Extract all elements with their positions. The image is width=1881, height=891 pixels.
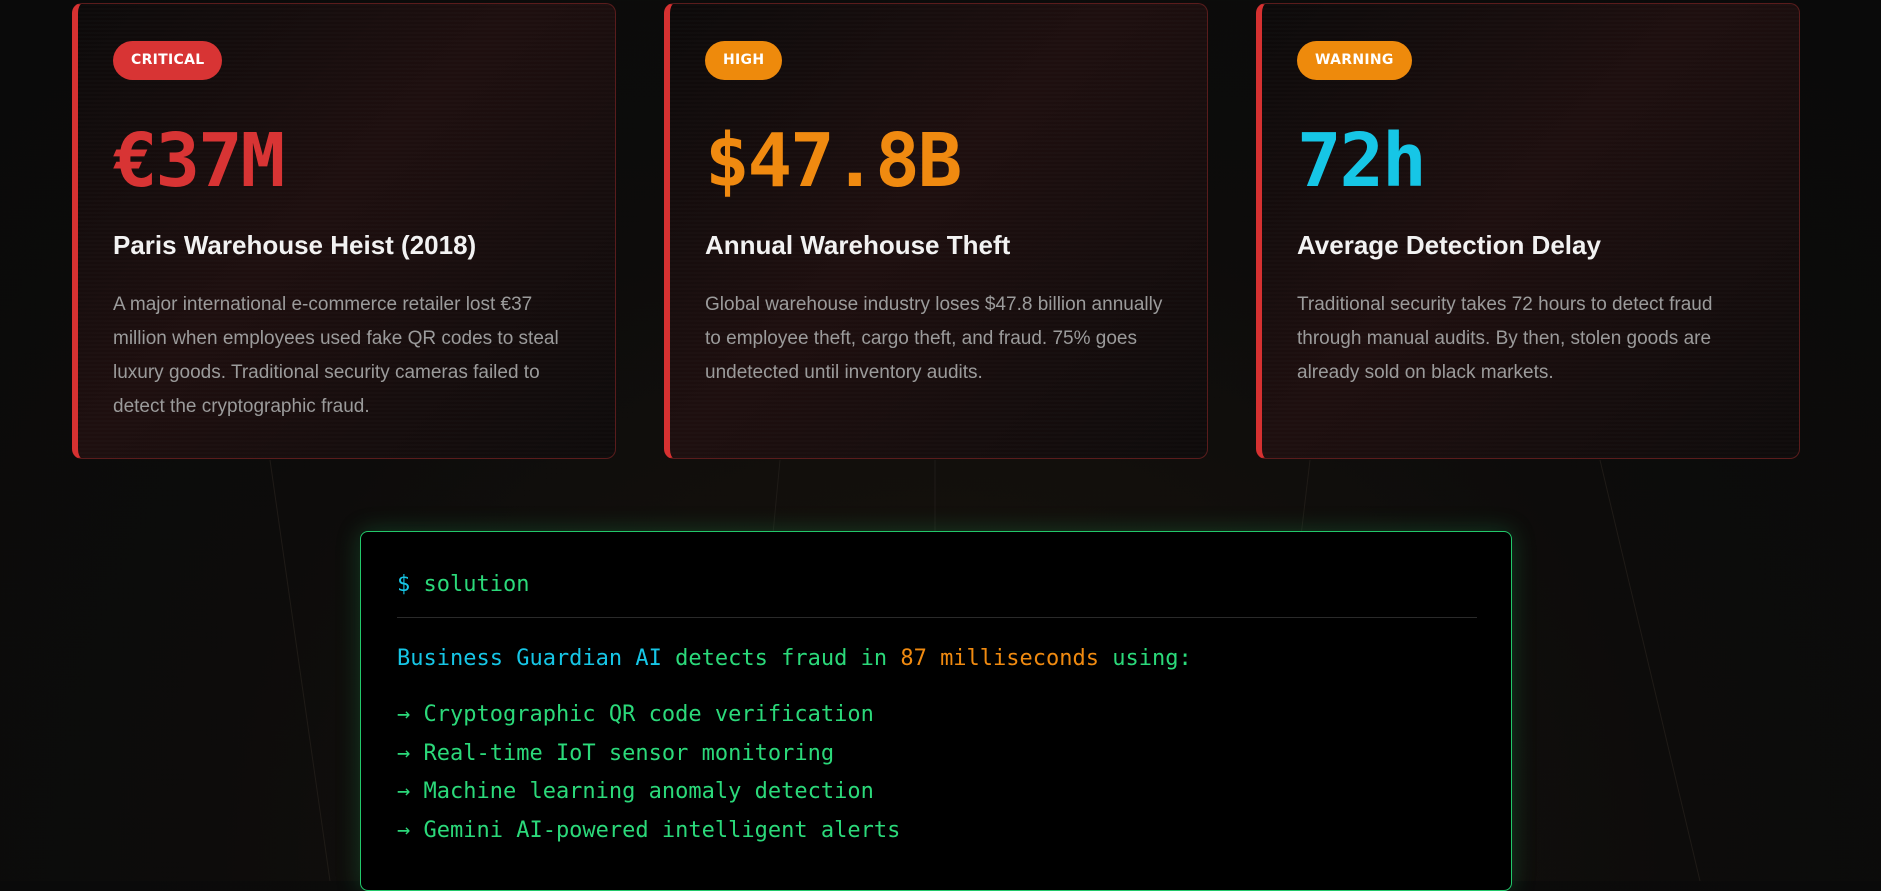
prompt-symbol: $: [397, 572, 411, 597]
severity-badge-critical: CRITICAL: [113, 41, 223, 80]
severity-badge-high: HIGH: [705, 41, 783, 80]
terminal-divider: [397, 617, 1477, 618]
detection-speed: 87 milliseconds: [900, 646, 1100, 671]
feature-item: → Gemini AI-powered intelligent alerts: [397, 817, 901, 843]
feature-item: → Machine learning anomaly detection: [397, 779, 874, 804]
terminal-command: solution: [423, 572, 530, 597]
brand-name: Business Guardian AI: [397, 646, 662, 671]
stat-description: Global warehouse industry loses $47.8 bi…: [705, 294, 1163, 383]
severity-badge-warning: WARNING: [1297, 41, 1412, 80]
feature-list: → Cryptographic QR code verification → R…: [397, 696, 900, 850]
stat-title: Annual Warehouse Theft: [705, 230, 1011, 260]
solution-terminal: $ solution Business Guardian AI detects …: [360, 531, 1512, 891]
stat-description: Traditional security takes 72 hours to d…: [1297, 294, 1713, 383]
stat-value: $47.8B: [705, 118, 962, 204]
stat-card-critical: CRITICAL €37M Paris Warehouse Heist (201…: [72, 3, 616, 459]
intro-end: using:: [1112, 646, 1192, 671]
stat-description: A major international e-commerce retaile…: [113, 294, 559, 417]
stat-title: Average Detection Delay: [1297, 230, 1601, 260]
feature-item: → Cryptographic QR code verification: [397, 702, 874, 727]
stat-value: 72h: [1297, 118, 1427, 204]
stat-card-high: HIGH $47.8B Annual Warehouse Theft Globa…: [664, 3, 1208, 459]
stat-title: Paris Warehouse Heist (2018): [113, 230, 477, 260]
feature-item: → Real-time IoT sensor monitoring: [397, 740, 835, 766]
terminal-prompt: $ solution: [397, 572, 529, 597]
stat-value: €37M: [113, 118, 285, 204]
intro-text: detects fraud in: [675, 646, 888, 671]
terminal-intro: Business Guardian AI detects fraud in 87…: [397, 646, 1192, 671]
stat-card-warning: WARNING 72h Average Detection Delay Trad…: [1256, 3, 1800, 459]
